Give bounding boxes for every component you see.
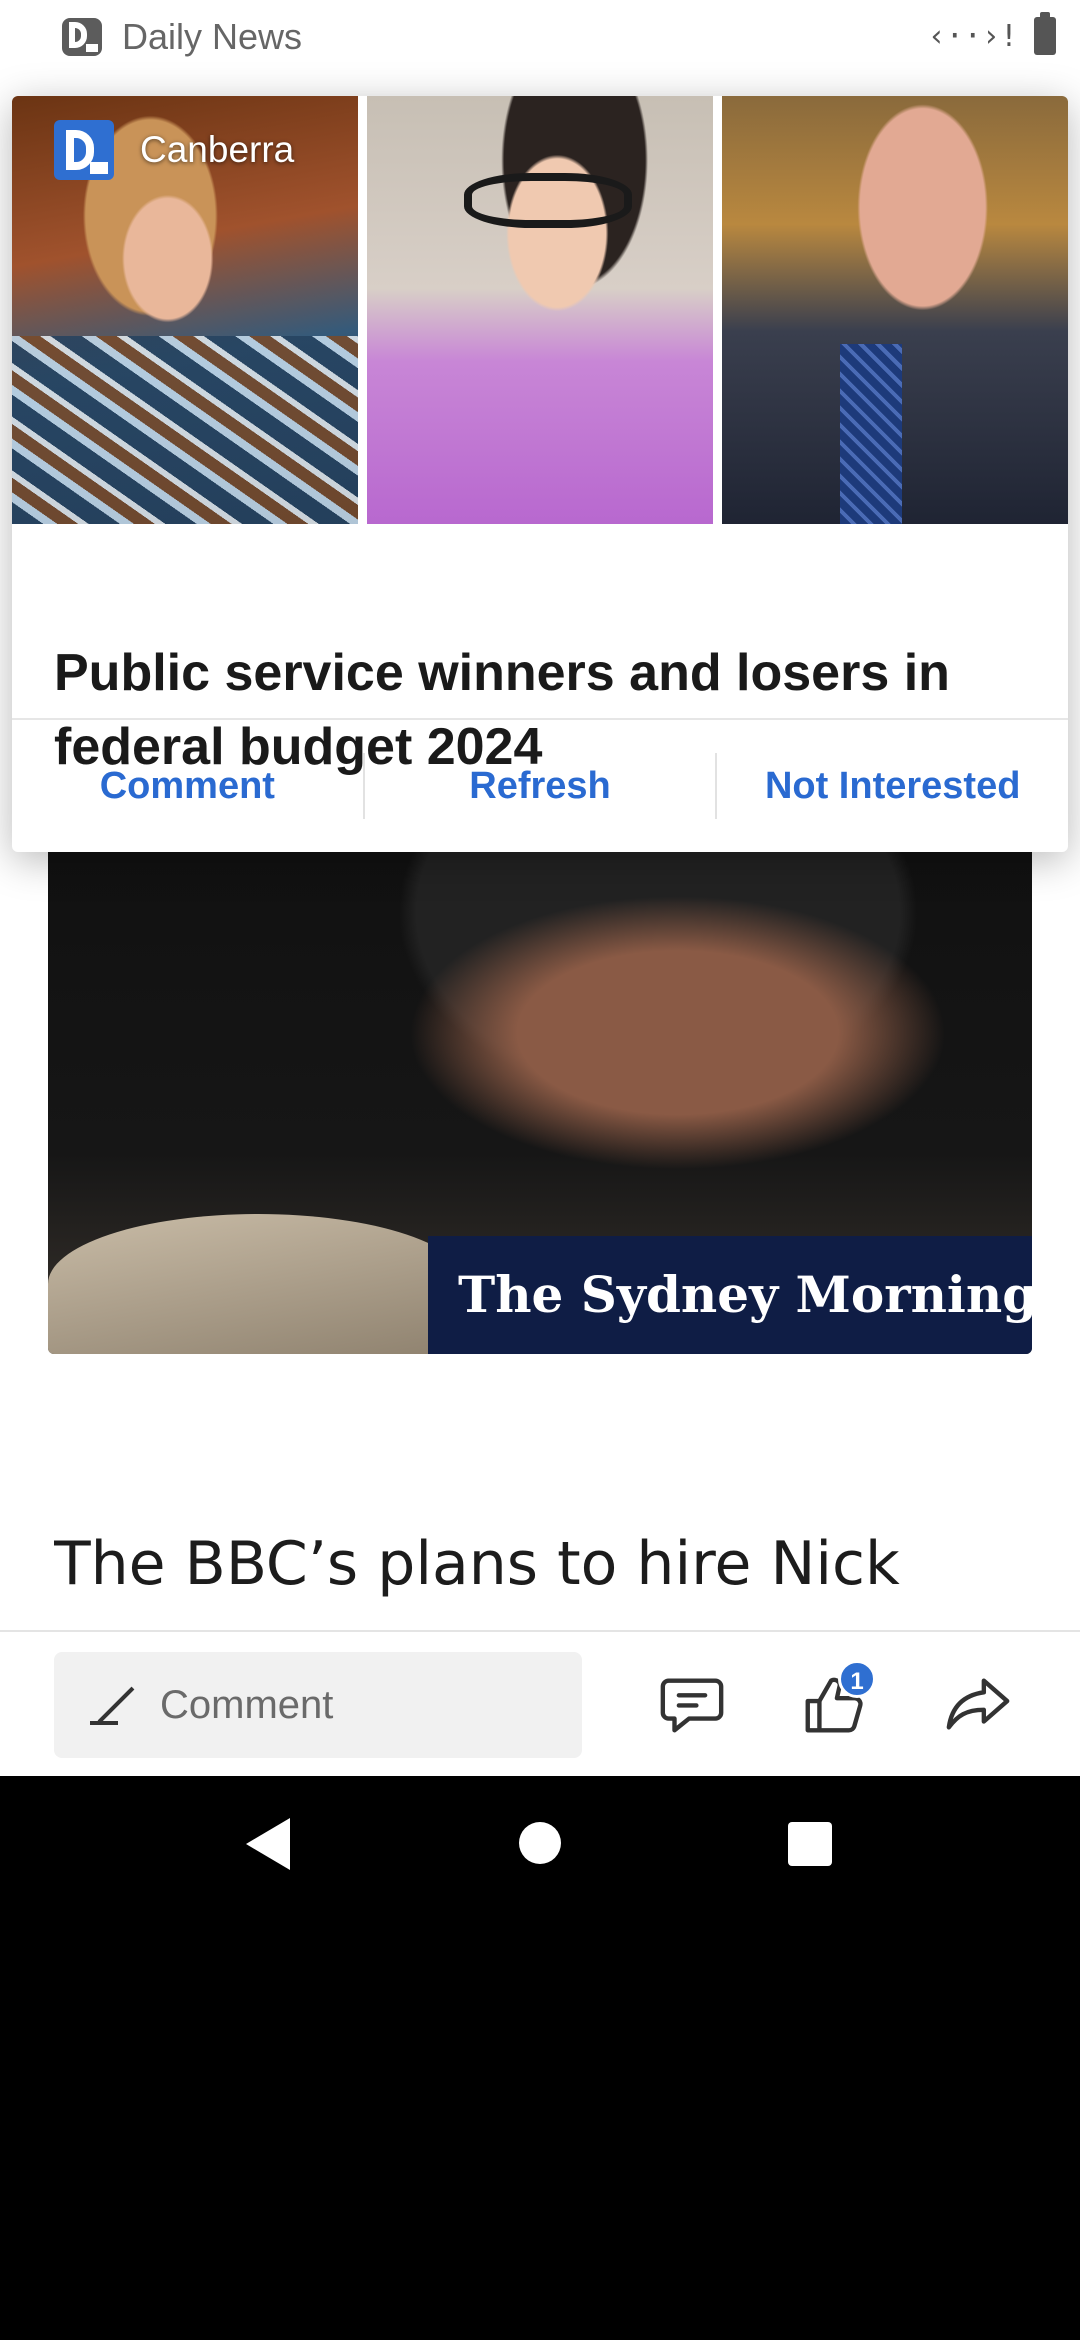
comments-icon[interactable] [644, 1656, 740, 1752]
comment-placeholder: Comment [160, 1682, 334, 1727]
comment-input[interactable]: Comment [54, 1652, 582, 1758]
app-title: Daily News [122, 16, 303, 57]
like-button[interactable]: 1 [786, 1656, 882, 1752]
share-button[interactable] [930, 1656, 1026, 1752]
article-hero-image[interactable]: The Sydney Morning Herald [48, 852, 1032, 1354]
publisher-banner: The Sydney Morning Herald [428, 1236, 1032, 1354]
screen: Daily News ‹··›! Canberra Public service… [0, 0, 1080, 1776]
photo-woman-glasses [367, 96, 713, 524]
not-interested-button[interactable]: Not Interested [717, 765, 1068, 808]
data-transfer-icon: ‹··›! [927, 18, 1018, 54]
source-name: Canberra [140, 129, 295, 170]
system-nav-bar [0, 1776, 1080, 1916]
pencil-icon [90, 1685, 130, 1725]
share-icon [946, 1678, 1010, 1730]
app-icon [62, 18, 102, 56]
back-icon[interactable] [246, 1818, 290, 1870]
notification-actions: Comment Refresh Not Interested [12, 720, 1068, 852]
battery-icon [1034, 12, 1056, 55]
daily-news-logo-icon [54, 120, 114, 180]
photo-man-suit [722, 96, 1068, 524]
article-action-bar: Comment 1 [0, 1630, 1080, 1776]
refresh-button[interactable]: Refresh [365, 765, 716, 808]
comments-icon-glyph [660, 1678, 724, 1733]
notification-card[interactable]: Canberra Public service winners and lose… [12, 96, 1068, 852]
notification-source: Canberra [54, 120, 294, 180]
status-bar: Daily News ‹··›! [0, 0, 1080, 72]
like-count-badge: 1 [838, 1660, 876, 1698]
recent-apps-icon[interactable] [788, 1822, 832, 1866]
home-icon[interactable] [519, 1822, 561, 1864]
status-icons: ‹··›! [927, 12, 1056, 58]
article-body: The BBC’s plans to hire Nick [54, 1529, 900, 1599]
comment-button[interactable]: Comment [12, 765, 363, 808]
hero-photo-detail [48, 1214, 468, 1354]
